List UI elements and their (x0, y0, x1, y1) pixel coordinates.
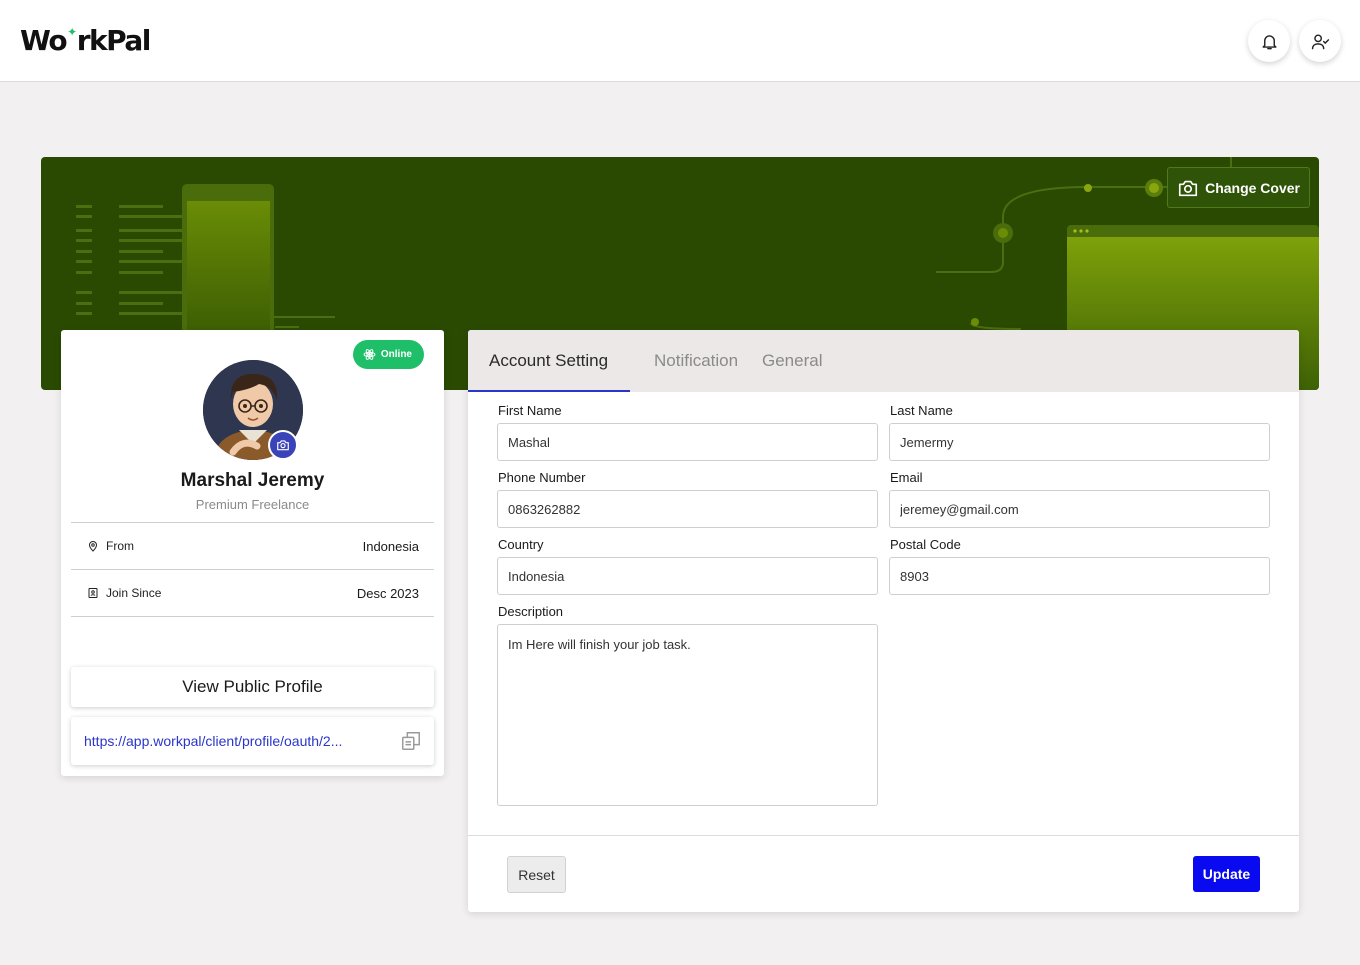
reset-button[interactable]: Reset (507, 856, 566, 893)
update-button[interactable]: Update (1193, 856, 1260, 892)
tab-account-setting[interactable]: Account Setting (468, 330, 630, 392)
status-badge: Online (352, 340, 424, 369)
description-textarea[interactable]: Im Here will finish your job task. (497, 624, 878, 806)
email-input[interactable] (889, 490, 1270, 528)
first-name-label: First Name (498, 403, 562, 418)
profile-role: Premium Freelance (195, 497, 310, 512)
profile-name: Marshal Jeremy (180, 470, 325, 491)
logo-text-start: Wo (20, 24, 68, 57)
public-profile-link: https://app.workpal/client/profile/oauth… (71, 717, 434, 765)
join-label-group: Join Since (87, 586, 161, 600)
notification-button[interactable] (1248, 20, 1290, 62)
tab-general[interactable]: General (762, 330, 822, 392)
public-profile-url[interactable]: https://app.workpal/client/profile/oauth… (84, 733, 379, 749)
join-value: Desc 2023 (356, 585, 419, 601)
workpal-logo[interactable]: Wo✦rkPal (20, 24, 152, 57)
profile-menu-button[interactable] (1299, 20, 1341, 62)
logo-spark-icon: ✦ (67, 25, 77, 39)
change-cover-label: Change Cover (1205, 179, 1300, 196)
change-avatar-button[interactable] (268, 430, 298, 460)
divider (71, 616, 434, 617)
atom-icon (363, 349, 376, 360)
user-check-icon (1311, 33, 1329, 49)
country-label: Country (498, 537, 544, 552)
status-label: Online (380, 349, 412, 360)
postal-code-input[interactable] (889, 557, 1270, 595)
first-name-input[interactable] (497, 423, 878, 461)
view-public-profile-button[interactable]: View Public Profile (71, 667, 434, 707)
id-badge-icon (88, 588, 98, 598)
top-bar: Wo✦rkPal (0, 0, 1360, 82)
phone-label: Phone Number (498, 470, 586, 485)
from-label: From (106, 539, 134, 553)
copy-icon[interactable] (400, 730, 422, 752)
country-input[interactable] (497, 557, 878, 595)
footer-divider (468, 835, 1299, 836)
from-value: Indonesia (362, 538, 419, 554)
tab-notification[interactable]: Notification (630, 330, 762, 392)
info-row-from: From Indonesia (71, 523, 434, 569)
email-label: Email (890, 470, 923, 485)
change-cover-button[interactable]: Change Cover (1167, 167, 1310, 208)
info-row-join: Join Since Desc 2023 (71, 570, 434, 616)
location-pin-icon (88, 541, 98, 552)
from-label-group: From (87, 539, 134, 553)
bell-icon (1261, 34, 1277, 49)
logo-text-end: rkPal (76, 24, 152, 57)
join-label: Join Since (106, 586, 162, 600)
last-name-label: Last Name (890, 403, 953, 418)
phone-input[interactable] (497, 490, 878, 528)
last-name-input[interactable] (889, 423, 1270, 461)
settings-tabs: Account Setting Notification General (468, 330, 1299, 392)
profile-card: Online Marshal Jeremy Premium Freelance (61, 330, 444, 776)
camera-icon (277, 440, 289, 451)
camera-icon (1179, 180, 1198, 196)
account-settings-panel: Account Setting Notification General Fir… (468, 330, 1299, 912)
postal-code-label: Postal Code (890, 537, 961, 552)
description-label: Description (498, 604, 564, 619)
